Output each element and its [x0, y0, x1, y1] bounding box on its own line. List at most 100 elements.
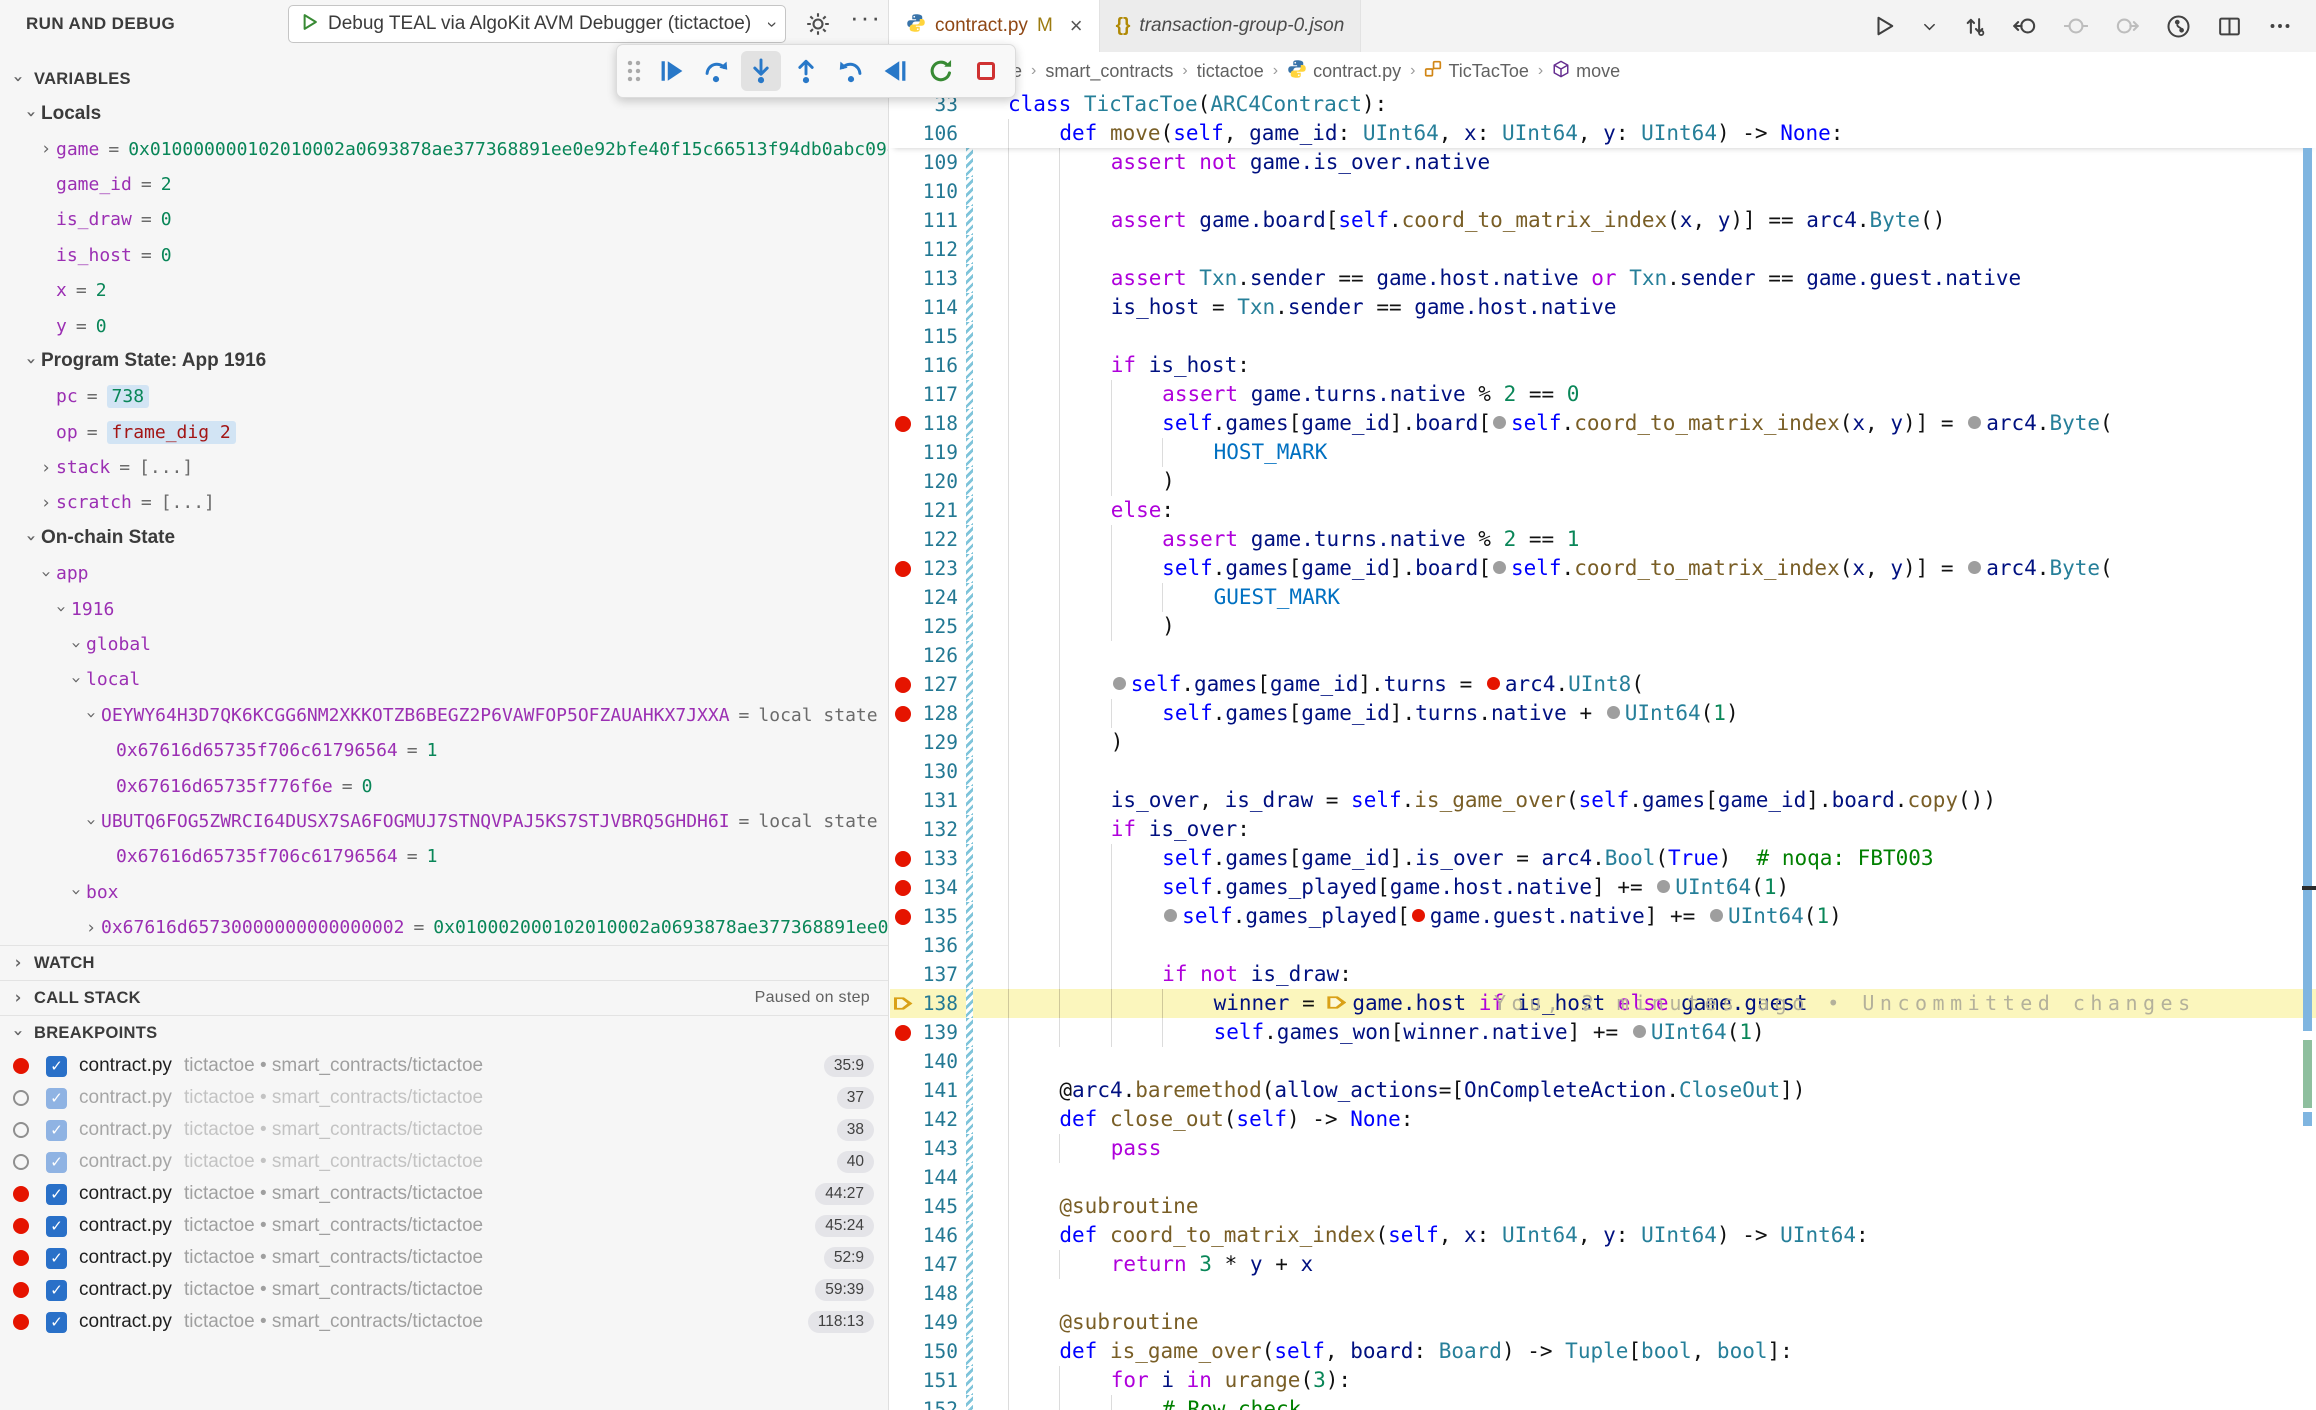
breakpoint-checkbox[interactable]: ✓	[46, 1088, 67, 1109]
line-content[interactable]	[994, 931, 2316, 960]
gutter-space[interactable]	[890, 1134, 916, 1163]
line-content[interactable]: is_over, is_draw = self.is_game_over(sel…	[994, 786, 2316, 815]
inline-breakpoint-candidate-icon[interactable]	[1633, 1025, 1646, 1038]
chevron-down-icon[interactable]: ›	[21, 351, 41, 371]
chevron-right-icon[interactable]: ›	[36, 458, 56, 478]
breakpoint-checkbox[interactable]: ✓	[46, 1120, 67, 1141]
reverse-continue-button[interactable]	[876, 51, 916, 91]
navigate-back-icon[interactable]	[2013, 14, 2037, 38]
breakpoint-row[interactable]: ✓contract.pytictactoe • smart_contracts/…	[0, 1082, 888, 1114]
line-content[interactable]: self.games_played[game.host.native] += U…	[994, 873, 2316, 902]
gutter-breakpoint-icon[interactable]	[890, 873, 916, 902]
line-content[interactable]: @arc4.baremethod(allow_actions=[OnComple…	[994, 1076, 2316, 1105]
gutter-space[interactable]	[890, 380, 916, 409]
breakpoint-checkbox[interactable]: ✓	[46, 1056, 67, 1077]
chevron-down-icon[interactable]: ›	[36, 564, 56, 584]
breakpoint-row[interactable]: ✓contract.pytictactoe • smart_contracts/…	[0, 1306, 888, 1338]
gutter-space[interactable]	[890, 1366, 916, 1395]
chevron-down-icon[interactable]: ›	[21, 528, 41, 548]
line-content[interactable]: self.games[game_id].is_over = arc4.Bool(…	[994, 844, 2316, 873]
gutter-space[interactable]	[890, 1047, 916, 1076]
line-content[interactable]: def coord_to_matrix_index(self, x: UInt6…	[994, 1221, 2316, 1250]
variable-row-box[interactable]: ›box	[0, 875, 888, 910]
breadcrumb-item-tictactoe[interactable]: tictactoe	[1197, 61, 1264, 82]
restart-button[interactable]	[921, 51, 961, 91]
line-content[interactable]	[994, 1163, 2316, 1192]
line-content[interactable]: @subroutine	[994, 1308, 2316, 1337]
line-content[interactable]: GUEST_MARK	[994, 583, 2316, 612]
gutter-space[interactable]	[890, 1395, 916, 1410]
gutter-space[interactable]	[890, 525, 916, 554]
variable-row-Program State: App 1916[interactable]: ›Program State: App 1916	[0, 344, 888, 379]
breakpoint-checkbox[interactable]: ✓	[46, 1248, 67, 1269]
line-content[interactable]	[994, 757, 2316, 786]
breadcrumb-item-smart_contracts[interactable]: smart_contracts	[1045, 61, 1173, 82]
variable-row-app[interactable]: ›app	[0, 556, 888, 591]
gutter-breakpoint-icon[interactable]	[890, 699, 916, 728]
gutter-space[interactable]	[890, 119, 916, 148]
inline-breakpoint-candidate-icon[interactable]	[1657, 880, 1670, 893]
line-content[interactable]: pass	[994, 1134, 2316, 1163]
chevron-down-icon[interactable]: ›	[51, 599, 71, 619]
line-content[interactable]	[994, 641, 2316, 670]
inline-breakpoint-icon[interactable]	[1412, 909, 1425, 922]
inline-breakpoint-candidate-icon[interactable]	[1493, 561, 1506, 574]
section-header-call-stack[interactable]: › CALL STACK Paused on step	[0, 980, 888, 1015]
gutter-space[interactable]	[890, 1279, 916, 1308]
gutter-space[interactable]	[890, 786, 916, 815]
breakpoint-row[interactable]: ✓contract.pytictactoe • smart_contracts/…	[0, 1146, 888, 1178]
variable-row-is_host[interactable]: is_host=0	[0, 238, 888, 273]
chevron-right-icon[interactable]: ›	[81, 918, 101, 938]
gutter-space[interactable]	[890, 641, 916, 670]
line-content[interactable]	[994, 1279, 2316, 1308]
variable-row-0x67616d65735f776f6e[interactable]: 0x67616d65735f776f6e=0	[0, 768, 888, 803]
breadcrumb-item-move[interactable]: move	[1552, 60, 1620, 83]
breakpoint-row[interactable]: ✓contract.pytictactoe • smart_contracts/…	[0, 1114, 888, 1146]
line-content[interactable]: )	[994, 728, 2316, 757]
inline-breakpoint-candidate-icon[interactable]	[1710, 909, 1723, 922]
gutter-breakpoint-icon[interactable]	[890, 902, 916, 931]
breakpoint-checkbox[interactable]: ✓	[46, 1184, 67, 1205]
gutter-space[interactable]	[890, 177, 916, 206]
gutter-space[interactable]	[890, 264, 916, 293]
line-content[interactable]: assert not game.is_over.native	[994, 148, 2316, 177]
variable-row-stack[interactable]: ›stack=[...]	[0, 450, 888, 485]
variable-row-op[interactable]: op=frame_dig 2	[0, 415, 888, 450]
gutter-space[interactable]	[890, 467, 916, 496]
gutter-space[interactable]	[890, 1076, 916, 1105]
variable-row-1916[interactable]: ›1916	[0, 591, 888, 626]
gutter-space[interactable]	[890, 931, 916, 960]
breakpoint-checkbox[interactable]: ✓	[46, 1312, 67, 1333]
more-actions-icon[interactable]	[2268, 14, 2292, 38]
continue-button[interactable]	[651, 51, 691, 91]
variable-row-0x67616d65730000000000000002[interactable]: ›0x67616d65730000000000000002=0x01000200…	[0, 910, 888, 945]
line-content[interactable]: winner = game.host if is_host else game.…	[994, 989, 2316, 1018]
gutter-space[interactable]	[890, 1105, 916, 1134]
chevron-down-icon[interactable]: ›	[66, 635, 86, 655]
start-debug-icon[interactable]	[299, 12, 319, 37]
variable-row-0x67616d65735f706c61796564[interactable]: 0x67616d65735f706c61796564=1	[0, 839, 888, 874]
line-content[interactable]: self.games_played[game.guest.native] += …	[994, 902, 2316, 931]
gutter-space[interactable]	[890, 1250, 916, 1279]
breakpoint-checkbox[interactable]: ✓	[46, 1280, 67, 1301]
chevron-right-icon[interactable]: ›	[36, 139, 56, 159]
line-content[interactable]: # Row check	[994, 1395, 2316, 1410]
step-out-button[interactable]	[786, 51, 826, 91]
line-content[interactable]: self.games[game_id].turns.native + UInt6…	[994, 699, 2316, 728]
variable-row-global[interactable]: ›global	[0, 627, 888, 662]
line-content[interactable]: assert Txn.sender == game.host.native or…	[994, 264, 2316, 293]
compare-changes-icon[interactable]	[1964, 15, 1986, 37]
variable-row-scratch[interactable]: ›scratch=[...]	[0, 485, 888, 520]
line-content[interactable]: if is_host:	[994, 351, 2316, 380]
gutter-space[interactable]	[890, 960, 916, 989]
gutter-space[interactable]	[890, 1308, 916, 1337]
stop-button[interactable]	[966, 51, 1006, 91]
line-content[interactable]	[994, 322, 2316, 351]
line-content[interactable]	[994, 177, 2316, 206]
breakpoint-row[interactable]: ✓contract.pytictactoe • smart_contracts/…	[0, 1178, 888, 1210]
gutter-space[interactable]	[890, 1192, 916, 1221]
gutter-space[interactable]	[890, 728, 916, 757]
line-content[interactable]: def is_game_over(self, board: Board) -> …	[994, 1337, 2316, 1366]
tab-transaction-group-0.json[interactable]: {}transaction-group-0.json	[1100, 0, 1362, 52]
drag-handle[interactable]	[626, 59, 642, 83]
